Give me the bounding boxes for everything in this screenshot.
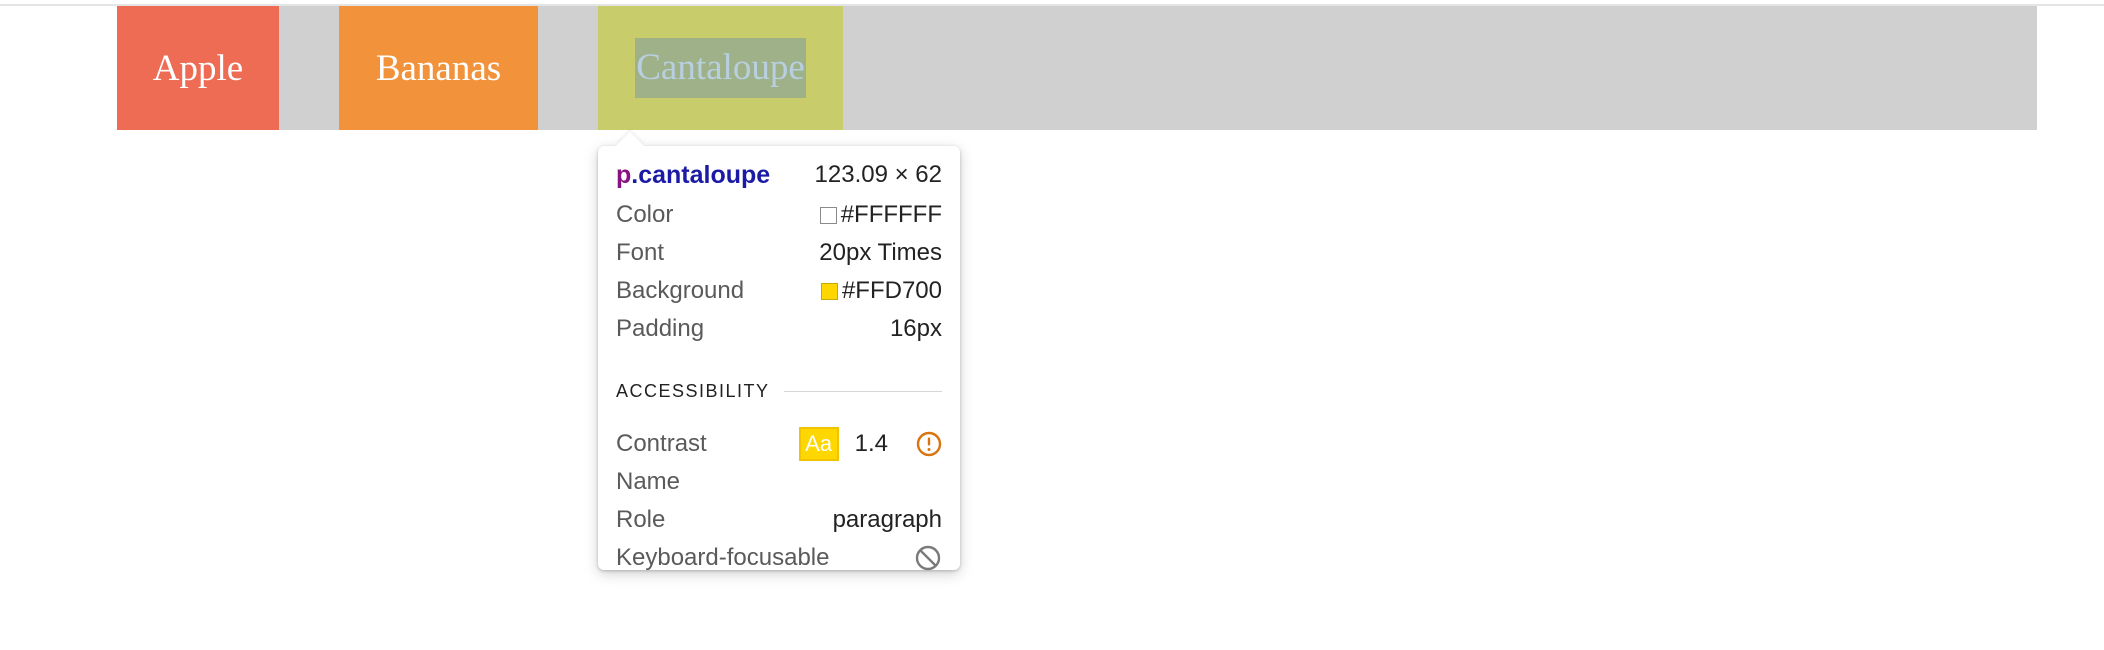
background-value: #FFD700	[841, 277, 942, 304]
contrast-sample-badge: Aa	[798, 427, 839, 461]
name-row: Name	[616, 464, 942, 500]
font-label: Font	[616, 239, 665, 266]
font-value: 20px Times	[819, 239, 942, 266]
background-value-group: #FFD700	[820, 277, 942, 305]
nav-item-apple[interactable]: Apple	[117, 6, 279, 130]
role-value: paragraph	[832, 506, 942, 533]
color-value-group: #FFFFFF	[819, 201, 942, 229]
name-label: Name	[616, 468, 681, 495]
color-value: #FFFFFF	[840, 201, 942, 228]
keyboard-focusable-label: Keyboard-focusable	[616, 544, 830, 571]
background-label: Background	[616, 277, 745, 304]
selector-tag: p	[616, 160, 632, 189]
padding-label: Padding	[616, 315, 705, 342]
color-row: Color #FFFFFF	[616, 197, 942, 233]
accessibility-title-text: ACCESSIBILITY	[616, 380, 770, 401]
background-swatch-icon	[820, 282, 838, 300]
contrast-label: Contrast	[616, 430, 707, 457]
accessibility-section-title: ACCESSIBILITY	[616, 376, 942, 406]
nav-item-label: Bananas	[375, 47, 502, 89]
role-label: Role	[616, 506, 666, 533]
tooltip-arrow	[615, 131, 645, 161]
tooltip-header: p.cantaloupe 123.09 × 62	[616, 157, 942, 193]
nav-item-label: Cantaloupe	[635, 38, 806, 98]
section-divider	[783, 390, 942, 392]
color-swatch-icon	[819, 206, 837, 224]
selector-class: .cantaloupe	[631, 160, 771, 189]
background-row: Background #FFD700	[616, 273, 942, 309]
color-label: Color	[616, 201, 674, 228]
not-allowed-icon	[914, 544, 942, 572]
nav-item-bananas[interactable]: Bananas	[339, 6, 538, 130]
keyboard-focusable-row: Keyboard-focusable	[616, 540, 942, 576]
fruit-nav-bar: Apple Bananas Cantaloupe	[117, 6, 2037, 130]
padding-row: Padding 16px	[616, 311, 942, 347]
contrast-ratio: 1.4	[854, 430, 888, 457]
font-row: Font 20px Times	[616, 235, 942, 271]
inspect-tooltip: p.cantaloupe 123.09 × 62 Color #FFFFFF F…	[598, 131, 960, 571]
padding-value: 16px	[889, 315, 942, 342]
nav-item-label: Apple	[152, 47, 244, 89]
element-dimensions: 123.09 × 62	[814, 161, 942, 188]
warning-icon	[916, 431, 942, 457]
contrast-value-group: Aa 1.4	[798, 427, 942, 461]
nav-item-cantaloupe-highlighted[interactable]: Cantaloupe	[598, 6, 843, 130]
role-row: Role paragraph	[616, 502, 942, 538]
element-selector: p.cantaloupe	[616, 161, 770, 190]
contrast-row: Contrast Aa 1.4	[616, 426, 942, 462]
